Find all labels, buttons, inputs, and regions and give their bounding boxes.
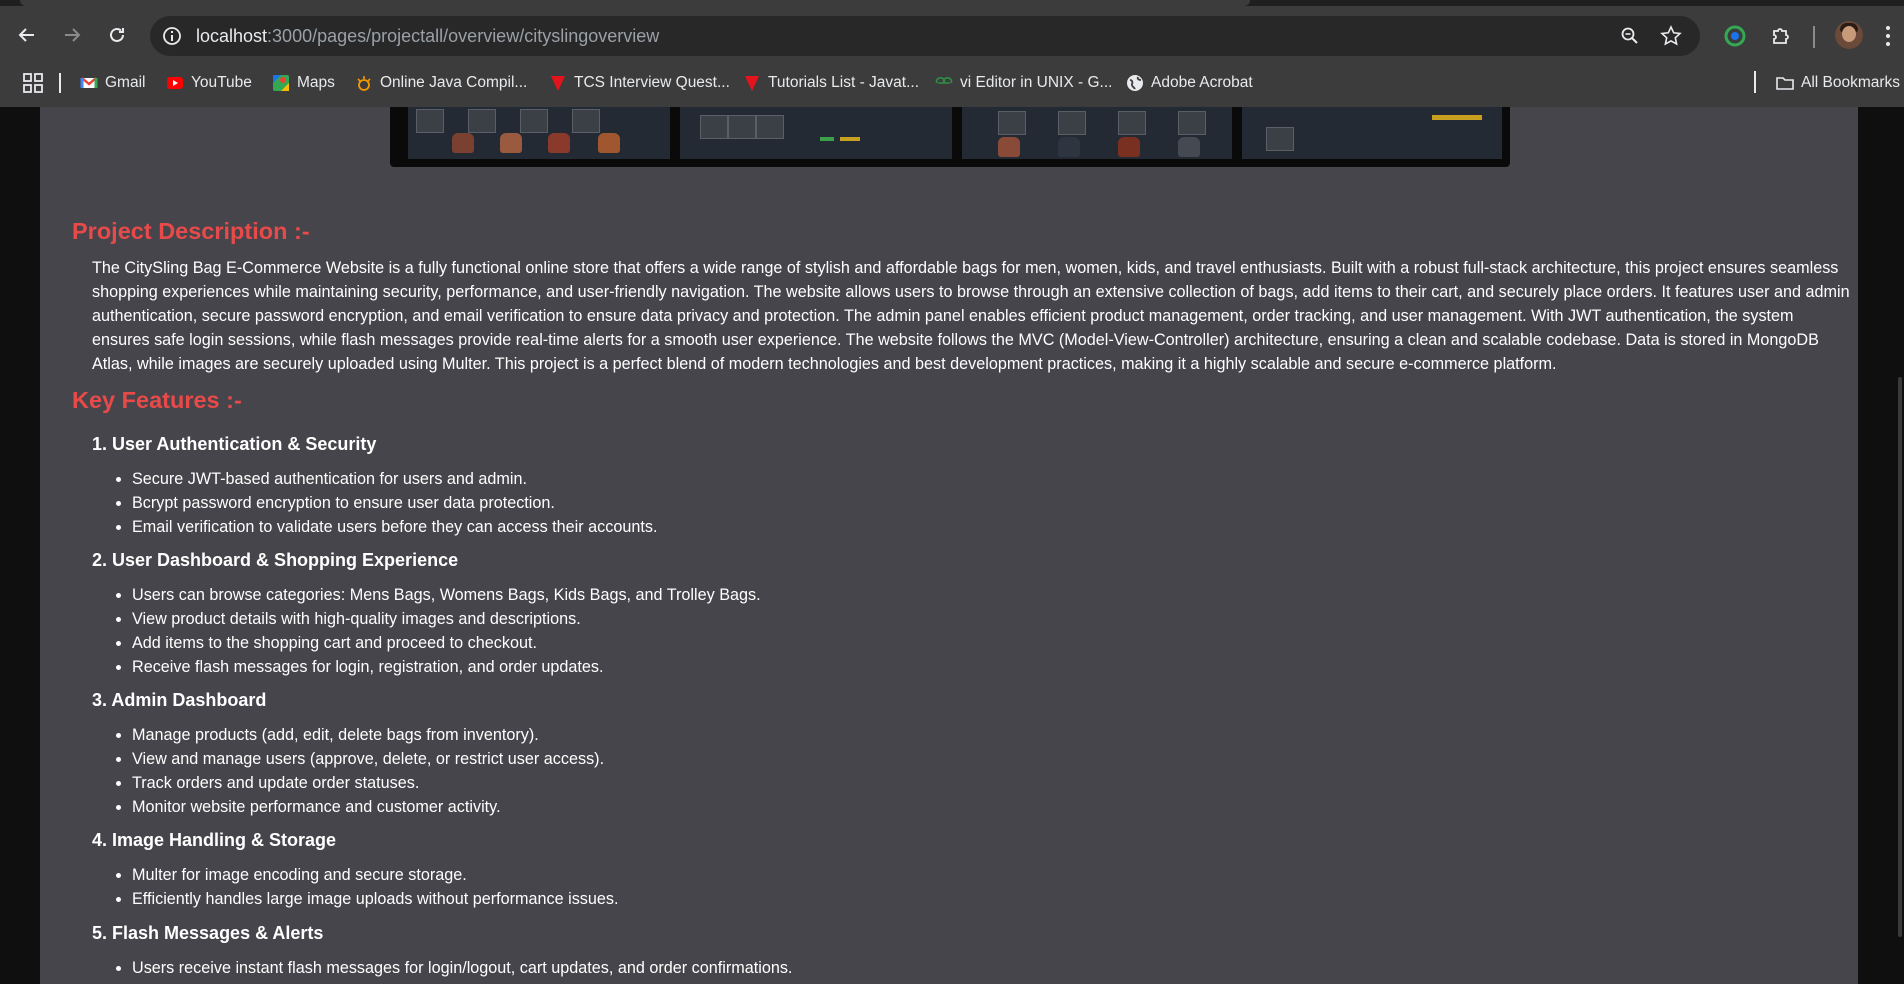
feature-section-title: 5. Flash Messages & Alerts bbox=[92, 923, 324, 943]
project-overview-container: Project Description :- The CitySling Bag… bbox=[40, 107, 1858, 984]
bookmarks-bar: Gmail YouTube Maps Online Java Compil...… bbox=[0, 66, 1904, 107]
feature-section-title: 2. User Dashboard & Shopping Experience bbox=[92, 550, 459, 570]
youtube-icon bbox=[167, 77, 183, 89]
screenshot-thumbnail bbox=[408, 107, 670, 159]
apps-grid-icon[interactable] bbox=[22, 72, 44, 94]
javatpoint-icon bbox=[551, 76, 565, 91]
scrollbar-thumb[interactable] bbox=[1898, 377, 1902, 937]
bookmark-label: TCS Interview Quest... bbox=[574, 74, 730, 91]
bookmark-tcs-interview[interactable]: TCS Interview Quest... bbox=[549, 72, 730, 94]
bookmark-label: Maps bbox=[297, 74, 335, 91]
back-button[interactable] bbox=[10, 18, 44, 52]
feature-section-title: 3. Admin Dashboard bbox=[92, 690, 267, 710]
browser-menu-icon[interactable] bbox=[1886, 26, 1892, 48]
list-item: Receive flash messages for login, regist… bbox=[132, 655, 761, 679]
bookmark-vi-editor[interactable]: vi Editor in UNIX - G... bbox=[935, 72, 1112, 94]
list-item: View and manage users (approve, delete, … bbox=[132, 747, 604, 771]
arrow-left-icon bbox=[18, 28, 34, 42]
navigation-bar: localhost:3000/pages/projectall/overview… bbox=[0, 6, 1904, 66]
extensions-puzzle-icon[interactable] bbox=[1769, 24, 1793, 48]
geeksforgeeks-icon bbox=[935, 77, 953, 84]
project-description-text: The CitySling Bag E-Commerce Website is … bbox=[92, 259, 1850, 373]
forward-button[interactable] bbox=[55, 18, 89, 52]
bookmark-label: YouTube bbox=[191, 74, 252, 91]
folder-icon bbox=[1776, 77, 1794, 90]
list-item: Bcrypt password encryption to ensure use… bbox=[132, 491, 657, 515]
list-item: Efficiently handles large image uploads … bbox=[132, 887, 619, 911]
bookmark-label: Online Java Compil... bbox=[380, 74, 528, 91]
compiler-icon bbox=[357, 76, 371, 91]
maps-icon bbox=[273, 75, 289, 91]
list-item: Add items to the shopping cart and proce… bbox=[132, 631, 761, 655]
feature-list: Users can browse categories: Mens Bags, … bbox=[92, 583, 761, 679]
extension-ring-icon[interactable] bbox=[1723, 24, 1747, 48]
page-scrollbar[interactable] bbox=[1894, 107, 1904, 984]
list-item: Users receive instant flash messages for… bbox=[132, 956, 792, 980]
url-path: :3000/pages/projectall/overview/cityslin… bbox=[267, 26, 660, 46]
list-item: Secure JWT-based authentication for user… bbox=[132, 467, 657, 491]
browser-chrome: localhost:3000/pages/projectall/overview… bbox=[0, 0, 1904, 107]
arrow-right-icon bbox=[65, 28, 81, 42]
bookmark-adobe-acrobat[interactable]: Adobe Acrobat bbox=[1126, 72, 1253, 94]
bookmark-label: Adobe Acrobat bbox=[1151, 74, 1253, 91]
url-host: localhost bbox=[196, 26, 268, 46]
project-screenshots-strip bbox=[390, 107, 1510, 167]
bookmark-maps[interactable]: Maps bbox=[272, 72, 335, 94]
url-text[interactable]: localhost:3000/pages/projectall/overview… bbox=[196, 26, 659, 46]
screenshot-thumbnail bbox=[680, 107, 952, 159]
profile-avatar[interactable] bbox=[1835, 21, 1863, 49]
list-item: Track orders and update order statuses. bbox=[132, 771, 604, 795]
site-info-icon[interactable] bbox=[162, 26, 182, 46]
bookmark-youtube[interactable]: YouTube bbox=[166, 72, 252, 94]
bookmark-star-icon[interactable] bbox=[1660, 25, 1682, 47]
reload-icon bbox=[110, 27, 124, 42]
screenshot-thumbnail bbox=[962, 107, 1232, 159]
bookmark-label: vi Editor in UNIX - G... bbox=[960, 74, 1113, 91]
list-item: View product details with high-quality i… bbox=[132, 607, 761, 631]
gmail-icon bbox=[80, 77, 98, 88]
all-bookmarks-label: All Bookmarks bbox=[1801, 74, 1901, 91]
list-item: Users can browse categories: Mens Bags, … bbox=[132, 583, 761, 607]
feature-list: Multer for image encoding and secure sto… bbox=[92, 863, 619, 911]
list-item: Manage products (add, edit, delete bags … bbox=[132, 723, 604, 747]
screenshot-thumbnail bbox=[1242, 107, 1502, 159]
bookmark-tutorials-list[interactable]: Tutorials List - Javat... bbox=[743, 72, 919, 94]
bookmarks-divider bbox=[59, 73, 61, 93]
all-bookmarks-folder[interactable]: All Bookmarks bbox=[1776, 72, 1900, 94]
bookmark-online-java-compiler[interactable]: Online Java Compil... bbox=[355, 72, 527, 94]
feature-list: Users receive instant flash messages for… bbox=[92, 956, 792, 980]
zoom-icon[interactable] bbox=[1620, 26, 1640, 46]
feature-section-title: 4. Image Handling & Storage bbox=[92, 830, 337, 850]
globe-icon bbox=[1127, 75, 1143, 91]
bookmarks-divider-right bbox=[1754, 71, 1756, 93]
bookmark-label: Gmail bbox=[105, 74, 146, 91]
address-bar[interactable]: localhost:3000/pages/projectall/overview… bbox=[150, 16, 1700, 56]
feature-section-title: 1. User Authentication & Security bbox=[92, 434, 377, 454]
toolbar-divider bbox=[1813, 26, 1815, 48]
list-item: Monitor website performance and customer… bbox=[132, 795, 604, 819]
project-description-heading: Project Description :- bbox=[72, 218, 310, 244]
list-item: Email verification to validate users bef… bbox=[132, 515, 657, 539]
key-features-heading: Key Features :- bbox=[72, 387, 242, 413]
bookmark-gmail[interactable]: Gmail bbox=[80, 72, 145, 94]
bookmark-label: Tutorials List - Javat... bbox=[768, 74, 920, 91]
reload-button[interactable] bbox=[100, 18, 134, 52]
feature-list: Secure JWT-based authentication for user… bbox=[92, 467, 657, 539]
list-item: Multer for image encoding and secure sto… bbox=[132, 863, 619, 887]
feature-list: Manage products (add, edit, delete bags … bbox=[92, 723, 604, 819]
javatpoint-icon bbox=[745, 76, 759, 91]
page-viewport: Project Description :- The CitySling Bag… bbox=[0, 107, 1904, 984]
